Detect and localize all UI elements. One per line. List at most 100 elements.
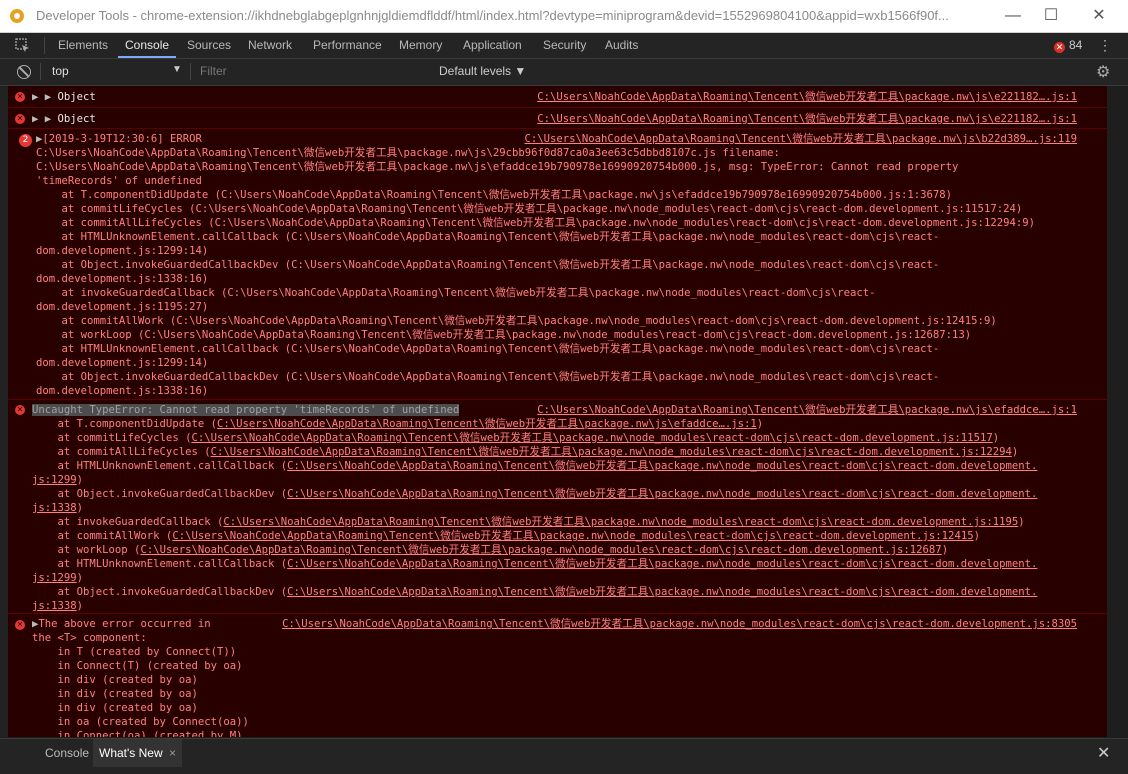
console-settings-gear-icon[interactable]: ⚙ (1096, 62, 1110, 82)
toolbar-divider (190, 63, 191, 80)
message-source-link[interactable]: C:\Users\NoahCode\AppData\Roaming\Tencen… (537, 403, 1077, 417)
tab-sources[interactable]: Sources (187, 33, 231, 58)
frame-function: at HTMLUnknownElement.callCallback ( (32, 558, 288, 570)
stack-line: dom.development.js:1299:14) (36, 245, 209, 257)
stack-line: at workLoop (C:\Users\NoahCode\AppData\R… (36, 329, 972, 341)
message-source-link[interactable]: C:\Users\NoahCode\AppData\Roaming\Tencen… (537, 112, 1077, 126)
tab-performance[interactable]: Performance (313, 33, 382, 58)
stack-line: dom.development.js:1299:14) (36, 357, 209, 369)
error-header: Uncaught TypeError: Cannot read property… (32, 404, 460, 416)
tab-security[interactable]: Security (543, 33, 586, 58)
frame-source-link[interactable]: C:\Users\NoahCode\AppData\Roaming\Tencen… (191, 432, 992, 444)
expand-triangle-icon[interactable]: ▶ ▶ (32, 113, 51, 125)
stack-line: in div (created by oa) (32, 688, 198, 700)
frame-source-link[interactable]: js:1338 (32, 502, 77, 514)
frame-source-link[interactable]: C:\Users\NoahCode\AppData\Roaming\Tencen… (211, 446, 1012, 458)
stack-line: in Connect(oa) (created by M) (32, 730, 243, 737)
tab-console[interactable]: Console (118, 33, 177, 58)
drawer-tab-label: What's New (99, 746, 163, 760)
console-message-object[interactable]: ✕ ▶ ▶ Object C:\Users\NoahCode\AppData\R… (8, 107, 1107, 129)
drawer-tab-console[interactable]: Console (37, 739, 97, 767)
stack-line: C:\Users\NoahCode\AppData\Roaming\Tencen… (36, 147, 780, 159)
message-source-link[interactable]: C:\Users\NoahCode\AppData\Roaming\Tencen… (282, 617, 1077, 631)
tab-elements[interactable]: Elements (58, 33, 108, 58)
console-scrollbar-track[interactable] (1107, 86, 1128, 737)
close-window-button[interactable]: ✕ (1076, 0, 1122, 32)
frame-suffix: ) (973, 530, 980, 542)
maximize-button[interactable]: ☐ (1028, 0, 1074, 32)
toolbar-divider (40, 63, 41, 80)
inspect-element-icon[interactable] (15, 38, 31, 54)
context-dropdown-arrow-icon[interactable]: ▼ (172, 64, 182, 75)
console-message-object[interactable]: ✕ ▶ ▶ Object C:\Users\NoahCode\AppData\R… (8, 86, 1107, 107)
stack-line: at T.componentDidUpdate (C:\Users\NoahCo… (36, 189, 953, 201)
stack-line: at HTMLUnknownElement.callCallback (C:\U… (36, 343, 940, 355)
more-options-icon[interactable]: ⋮ (1098, 37, 1112, 54)
stack-line: in oa (created by Connect(oa)) (32, 716, 249, 728)
frame-source-link[interactable]: C:\Users\NoahCode\AppData\Roaming\Tencen… (287, 460, 1037, 472)
drawer-tab-whats-new[interactable]: What's New × (93, 739, 182, 767)
tab-application[interactable]: Application (463, 33, 522, 58)
clear-console-icon[interactable] (17, 65, 31, 79)
close-drawer-icon[interactable]: ✕ (1097, 743, 1110, 763)
frame-source-link[interactable]: js:1338 (32, 600, 77, 612)
repeat-count-badge: 2 (19, 134, 32, 147)
error-icon: ✕ (15, 92, 25, 102)
drawer-tab-close-icon[interactable]: × (169, 746, 176, 760)
frame-source-link[interactable]: C:\Users\NoahCode\AppData\Roaming\Tencen… (172, 530, 973, 542)
frame-source-link[interactable]: C:\Users\NoahCode\AppData\Roaming\Tencen… (287, 586, 1037, 598)
frame-suffix: ) (1018, 516, 1025, 528)
frame-suffix: ) (76, 474, 84, 486)
stack-line: at invokeGuardedCallback (C:\Users\NoahC… (36, 287, 876, 299)
frame-function: at Object.invokeGuardedCallbackDev ( (32, 488, 288, 500)
frame-suffix: ) (1011, 446, 1019, 458)
stack-frame: at commitLifeCycles (C:\Users\NoahCode\A… (32, 431, 1037, 445)
stack-frame: at commitAllLifeCycles (C:\Users\NoahCod… (32, 445, 1037, 459)
console-message-error[interactable]: 2 ▶[2019-3-19T12:30:6] ERROR C:\Users\No… (8, 128, 1107, 400)
frame-suffix: ) (76, 502, 84, 514)
component-stack: the <T> component: in T (created by Conn… (32, 631, 249, 737)
frame-suffix: ) (76, 572, 84, 584)
window-title: Developer Tools - chrome-extension://ikh… (36, 8, 949, 23)
tab-audits[interactable]: Audits (605, 33, 638, 58)
stack-line: dom.development.js:1338:16) (36, 273, 209, 285)
stack-line: at commitLifeCycles (C:\Users\NoahCode\A… (36, 203, 1023, 215)
frame-source-link[interactable]: C:\Users\NoahCode\AppData\Roaming\Tencen… (217, 418, 757, 430)
log-levels-dropdown[interactable]: Default levels ▼ (439, 64, 526, 78)
stack-line: in T (created by Connect(T)) (32, 646, 237, 658)
frame-source-link[interactable]: C:\Users\NoahCode\AppData\Roaming\Tencen… (140, 544, 941, 556)
message-source-link[interactable]: C:\Users\NoahCode\AppData\Roaming\Tencen… (537, 90, 1077, 104)
frame-source-link[interactable]: js:1299 (32, 572, 77, 584)
frame-function: at commitAllLifeCycles ( (32, 446, 211, 458)
message-source-link[interactable]: C:\Users\NoahCode\AppData\Roaming\Tencen… (524, 132, 1077, 146)
error-icon: ✕ (15, 114, 25, 124)
stack-line: dom.development.js:1338:16) (36, 385, 209, 397)
stack-line: dom.development.js:1195:27) (36, 301, 209, 313)
stack-line: the <T> component: (32, 632, 147, 644)
stack-frame: at invokeGuardedCallback (C:\Users\NoahC… (32, 515, 1037, 529)
console-message-uncaught-error[interactable]: ✕ Uncaught TypeError: Cannot read proper… (8, 399, 1107, 614)
stack-frame: at Object.invokeGuardedCallbackDev (C:\U… (32, 585, 1038, 599)
expand-triangle-icon[interactable]: ▶ ▶ (32, 91, 51, 103)
tab-memory[interactable]: Memory (399, 33, 442, 58)
frame-suffix: ) (76, 600, 84, 612)
stack-line: C:\Users\NoahCode\AppData\Roaming\Tencen… (36, 161, 959, 173)
stack-line: at HTMLUnknownElement.callCallback (C:\U… (36, 231, 940, 243)
stack-line: at commitAllLifeCycles (C:\Users\NoahCod… (36, 217, 1035, 229)
context-selector[interactable]: top (52, 64, 69, 78)
stack-frame: at HTMLUnknownElement.callCallback (C:\U… (32, 459, 1038, 473)
filter-input[interactable] (196, 62, 434, 80)
stack-frame: at workLoop (C:\Users\NoahCode\AppData\R… (32, 543, 1037, 557)
stack-frame: at HTMLUnknownElement.callCallback (C:\U… (32, 557, 1038, 571)
frame-source-link[interactable]: C:\Users\NoahCode\AppData\Roaming\Tencen… (287, 488, 1037, 500)
error-icon: ✕ (15, 620, 25, 630)
error-count-badge[interactable]: ✕ 84 (1054, 38, 1082, 53)
stack-frame: at T.componentDidUpdate (C:\Users\NoahCo… (32, 417, 1037, 431)
frame-source-link[interactable]: C:\Users\NoahCode\AppData\Roaming\Tencen… (287, 558, 1037, 570)
tab-network[interactable]: Network (248, 33, 292, 58)
error-icon: ✕ (15, 405, 25, 415)
error-stack: C:\Users\NoahCode\AppData\Roaming\Tencen… (36, 146, 1035, 398)
frame-source-link[interactable]: C:\Users\NoahCode\AppData\Roaming\Tencen… (223, 516, 1018, 528)
frame-source-link[interactable]: js:1299 (32, 474, 77, 486)
console-message-react-error[interactable]: ✕ ▶The above error occurred in C:\Users\… (8, 613, 1107, 737)
